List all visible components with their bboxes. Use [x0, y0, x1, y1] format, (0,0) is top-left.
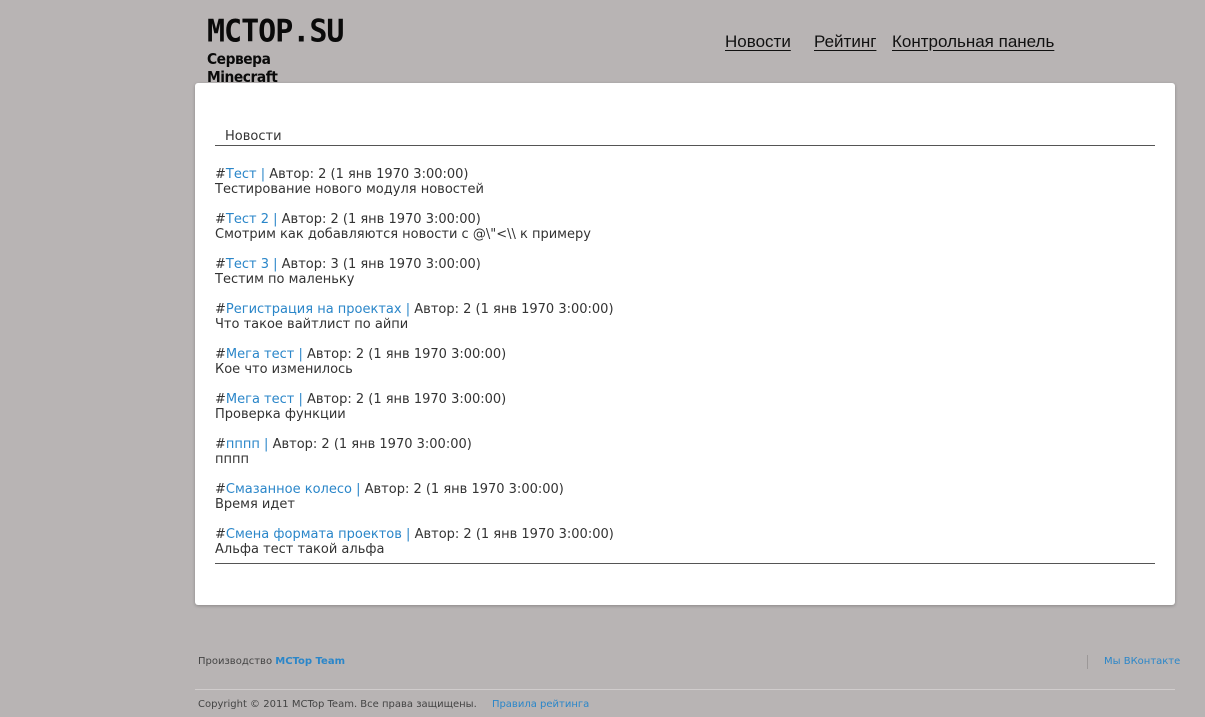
news-title-link[interactable]: Мега тест: [226, 392, 294, 407]
logo-subtitle: Сервера Minecraft: [207, 50, 278, 86]
news-item: #Тест 2 | Автор: 2 (1 янв 1970 3:00:00) …: [215, 212, 1155, 257]
news-separator: |: [406, 527, 411, 542]
news-title-link[interactable]: пппп: [226, 437, 260, 452]
footer-rules-link[interactable]: Правила рейтинга: [492, 699, 589, 710]
news-meta: Автор: 2 (1 янв 1970 3:00:00): [414, 302, 614, 317]
footer-team-link[interactable]: MCTop Team: [275, 656, 345, 667]
news-hash: #: [215, 212, 226, 227]
news-title-link[interactable]: Тест: [226, 167, 257, 182]
news-hash: #: [215, 482, 226, 497]
news-title-link[interactable]: Смена формата проектов: [226, 527, 402, 542]
footer-divider: [195, 689, 1175, 690]
news-title-link[interactable]: Тест 2: [226, 212, 269, 227]
section-title: Новости: [225, 129, 282, 144]
news-body: Тестим по маленьку: [215, 272, 355, 287]
news-item: #пппп | Автор: 2 (1 янв 1970 3:00:00) пп…: [215, 437, 1155, 482]
news-body: Проверка функции: [215, 407, 346, 422]
nav-news-link[interactable]: Новости: [725, 32, 791, 52]
news-separator: |: [273, 257, 278, 272]
footer-made-by-text: Производство: [198, 656, 273, 667]
nav-control-panel-link[interactable]: Контрольная панель: [892, 32, 1054, 52]
news-meta: Автор: 3 (1 янв 1970 3:00:00): [281, 257, 481, 272]
logo-title: MCTOP.SU: [207, 13, 344, 50]
news-hash: #: [215, 302, 226, 317]
section-header: Новости: [215, 129, 1155, 146]
news-separator: |: [273, 212, 278, 227]
news-meta: Автор: 2 (1 янв 1970 3:00:00): [364, 482, 564, 497]
news-body: пппп: [215, 452, 249, 467]
footer-credits: Производство MCTop Team: [198, 656, 345, 667]
news-hash: #: [215, 167, 226, 182]
news-body: Кое что изменилось: [215, 362, 353, 377]
news-hash: #: [215, 527, 226, 542]
news-item: #Смазанное колесо | Автор: 2 (1 янв 1970…: [215, 482, 1155, 527]
news-title-link[interactable]: Мега тест: [226, 347, 294, 362]
news-separator: |: [298, 392, 303, 407]
news-meta: Автор: 2 (1 янв 1970 3:00:00): [307, 392, 507, 407]
news-title-link[interactable]: Тест 3: [226, 257, 269, 272]
news-item: #Мега тест | Автор: 2 (1 янв 1970 3:00:0…: [215, 347, 1155, 392]
news-bottom-divider: [215, 563, 1155, 564]
news-meta: Автор: 2 (1 янв 1970 3:00:00): [307, 347, 507, 362]
news-item: #Мега тест | Автор: 2 (1 янв 1970 3:00:0…: [215, 392, 1155, 437]
page: MCTOP.SU Сервера Minecraft Новости Рейти…: [0, 0, 1205, 717]
news-hash: #: [215, 257, 226, 272]
news-title-link[interactable]: Смазанное колесо: [226, 482, 352, 497]
news-hash: #: [215, 437, 226, 452]
news-body: Смотрим как добавляются новости с @\"<\\…: [215, 227, 591, 242]
news-title-link[interactable]: Регистрация на проектах: [226, 302, 402, 317]
nav-rating-link[interactable]: Рейтинг: [814, 32, 876, 52]
news-separator: |: [264, 437, 269, 452]
news-item: #Регистрация на проектах | Автор: 2 (1 я…: [215, 302, 1155, 347]
news-body: Тестирование нового модуля новостей: [215, 182, 484, 197]
news-separator: |: [356, 482, 361, 497]
news-separator: |: [260, 167, 266, 182]
news-body: Время идет: [215, 497, 295, 512]
news-meta: Автор: 2 (1 янв 1970 3:00:00): [269, 167, 469, 182]
news-item: #Смена формата проектов | Автор: 2 (1 ян…: [215, 527, 1155, 572]
site-logo[interactable]: MCTOP.SU Сервера Minecraft: [207, 13, 347, 86]
news-list: #Тест | Автор: 2 (1 янв 1970 3:00:00) Те…: [215, 167, 1155, 572]
footer-copyright: Copyright © 2011 MCTop Team. Все права з…: [198, 699, 477, 710]
news-separator: |: [405, 302, 411, 317]
footer-social: Мы ВКонтакте: [1087, 655, 1180, 669]
news-item: #Тест 3 | Автор: 3 (1 янв 1970 3:00:00) …: [215, 257, 1155, 302]
news-separator: |: [298, 347, 303, 362]
news-item: #Тест | Автор: 2 (1 янв 1970 3:00:00) Те…: [215, 167, 1155, 212]
news-hash: #: [215, 392, 226, 407]
content-panel: Новости #Тест | Автор: 2 (1 янв 1970 3:0…: [195, 83, 1175, 605]
news-body: Что такое вайтлист по айпи: [215, 317, 409, 332]
news-body: Альфа тест такой альфа: [215, 542, 385, 557]
news-hash: #: [215, 347, 226, 362]
news-meta: Автор: 2 (1 янв 1970 3:00:00): [281, 212, 481, 227]
news-meta: Автор: 2 (1 янв 1970 3:00:00): [272, 437, 472, 452]
footer-copyright-row: Copyright © 2011 MCTop Team. Все права з…: [198, 699, 589, 710]
footer-vk-link[interactable]: Мы ВКонтакте: [1104, 656, 1180, 667]
news-meta: Автор: 2 (1 янв 1970 3:00:00): [414, 527, 614, 542]
